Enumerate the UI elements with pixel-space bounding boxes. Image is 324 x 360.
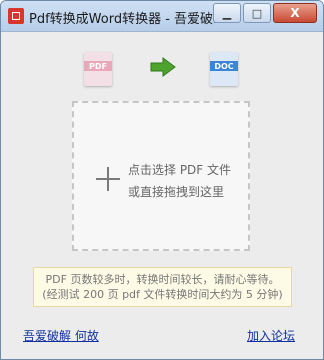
close-button[interactable]: X	[273, 3, 317, 23]
window-title: Pdf转换成Word转换器 - 吾爱破...	[29, 12, 221, 27]
main-content: PDF DOC 点击选择 PDF 文件 或直接拖拽到这里 PDF 页数较多时，转…	[1, 32, 323, 359]
author-link[interactable]: 吾爱破解 何故	[23, 327, 99, 344]
maximize-button[interactable]: □	[243, 3, 271, 23]
window-controls: ▁ □ X	[213, 3, 317, 23]
plus-icon	[96, 167, 120, 191]
pdf-icon-label: PDF	[84, 61, 112, 71]
drop-instruction-drag: 或直接拖拽到这里	[128, 185, 225, 199]
app-logo-icon	[8, 8, 24, 24]
doc-file-icon: DOC	[210, 52, 238, 86]
minimize-button[interactable]: ▁	[213, 3, 241, 23]
convert-arrow-icon	[150, 57, 176, 77]
file-drop-zone[interactable]: 点击选择 PDF 文件 或直接拖拽到这里	[72, 101, 250, 251]
notice-line-1: PDF 页数较多时，转换时间较长，请耐心等待。	[45, 273, 280, 286]
doc-icon-label: DOC	[210, 61, 238, 71]
title-bar[interactable]: Pdf转换成Word转换器 - 吾爱破... ▁ □ X	[1, 1, 323, 32]
drop-instruction-select: 点击选择 PDF 文件	[128, 163, 232, 177]
info-notice: PDF 页数较多时，转换时间较长，请耐心等待。 (经测试 200 页 pdf 文…	[33, 267, 292, 307]
app-window: Pdf转换成Word转换器 - 吾爱破... ▁ □ X PDF DOC 点击选…	[0, 0, 324, 360]
pdf-file-icon: PDF	[84, 52, 112, 86]
notice-line-2: (经测试 200 页 pdf 文件转换时间大约为 5 分钟)	[42, 288, 283, 301]
join-forum-link[interactable]: 加入论坛	[247, 327, 295, 344]
